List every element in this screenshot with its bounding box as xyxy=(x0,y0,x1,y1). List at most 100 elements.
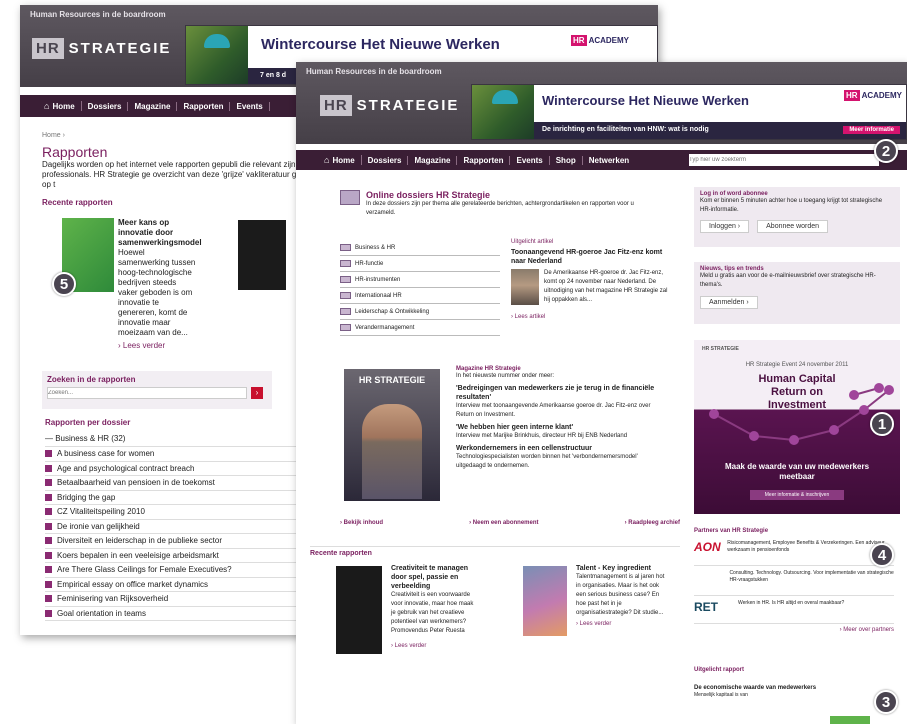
list-item[interactable]: Feminisering van Rijksoverheid xyxy=(45,592,315,607)
front-featured-label: Uitgelicht artikel xyxy=(511,239,554,245)
back-search-input[interactable] xyxy=(47,387,247,399)
back-read-more[interactable]: › Lees verder xyxy=(118,341,196,350)
back-nav-events[interactable]: Events xyxy=(230,101,270,111)
front-nav-magazine[interactable]: Magazine xyxy=(408,155,458,165)
partner-row[interactable]: AON Risicomanagement, Employee Benefits … xyxy=(694,540,894,566)
report-2-title[interactable]: Talent - Key ingredient xyxy=(576,564,666,573)
front-nav-netwerken[interactable]: Netwerken xyxy=(583,156,635,165)
front-nav-rapporten[interactable]: Rapporten xyxy=(457,155,511,165)
back-academy-logo: HR ACADEMY xyxy=(571,35,630,46)
mag-item[interactable]: 'Bedreigingen van medewerkers zie je ter… xyxy=(456,384,668,420)
mag-item[interactable]: 'We hebben hier geen interne klant' Inter… xyxy=(456,423,668,441)
list-item[interactable]: Goal orientation in teams xyxy=(45,607,315,621)
back-dossier-toggle[interactable]: — Business & HR (32) xyxy=(45,434,315,447)
front-news-box: Nieuws, tips en trends Meld u gratis aan… xyxy=(694,262,900,324)
list-item[interactable]: Diversiteit en leiderschap in de publiek… xyxy=(45,534,315,549)
front-logo[interactable]: HR STRATEGIE xyxy=(320,95,459,116)
back-logo-strategie: STRATEGIE xyxy=(68,40,172,57)
front-report-cover-2[interactable] xyxy=(523,566,567,636)
front-banner-strip-text: De inrichting en faciliteiten van HNW: w… xyxy=(542,126,709,133)
dossier-item[interactable]: Business & HR xyxy=(340,240,500,256)
list-item[interactable]: Betaalbaarheid van pensioen in de toekom… xyxy=(45,476,315,491)
list-item[interactable]: A business case for women xyxy=(45,447,315,462)
list-item[interactable]: CZ Vitaliteitspeiling 2010 xyxy=(45,505,315,520)
molecule-graphic xyxy=(709,383,894,445)
list-item[interactable]: Empirical essay on office market dynamic… xyxy=(45,578,315,592)
partner-row[interactable]: RET Werken in HR. Is HR altijd en overal… xyxy=(694,600,894,624)
subscribe-button[interactable]: Abonnee worden xyxy=(757,220,829,233)
dossier-item[interactable]: HR-instrumenten xyxy=(340,272,500,288)
front-banner-ad[interactable]: Wintercourse Het Nieuwe Werken HR ACADEMY… xyxy=(471,84,907,140)
back-report-title[interactable]: Meer kans op innovatie door samenwerking… xyxy=(118,218,202,248)
report-1-title[interactable]: Creativiteit te managen door spel, passi… xyxy=(391,564,476,591)
back-nav-dossiers[interactable]: Dossiers xyxy=(82,101,129,111)
back-recent-heading: Recente rapporten xyxy=(42,198,113,207)
back-logo[interactable]: HR STRATEGIE xyxy=(32,38,171,59)
front-banner-strip: De inrichting en faciliteiten van HNW: w… xyxy=(534,122,906,139)
report-2-more[interactable]: › Lees verder xyxy=(576,620,666,629)
back-nav-rapporten[interactable]: Rapporten xyxy=(177,101,231,111)
back-breadcrumb[interactable]: Home › xyxy=(42,132,312,139)
login-text: Kom er binnen 5 minuten achter hoe u toe… xyxy=(700,198,883,213)
front-report-cover-1[interactable] xyxy=(336,566,382,654)
login-button[interactable]: Inloggen › xyxy=(700,220,750,233)
dossier-item[interactable]: HR-functie xyxy=(340,256,500,272)
ad-more-button[interactable]: Meer informatie & inschrijven xyxy=(750,490,844,500)
back-logo-hr: HR xyxy=(32,38,64,59)
house-icon: ⌂ xyxy=(44,101,50,111)
report-1-text: Creativiteit is een voorwaarde voor inno… xyxy=(391,592,474,625)
front-dossiers-title[interactable]: Online dossiers HR Strategie xyxy=(366,190,656,200)
signup-button[interactable]: Aanmelden › xyxy=(700,296,758,309)
report-1-more[interactable]: › Lees verder xyxy=(391,642,476,651)
front-event-ad[interactable]: HR STRATEGIE HR Strategie Event 24 novem… xyxy=(694,340,900,514)
mag-item[interactable]: Werkondernemers in een cellenstructuur Te… xyxy=(456,444,668,471)
dossier-item[interactable]: Leiderschap & Ontwikkeling xyxy=(340,304,500,320)
list-item[interactable]: Bridging the gap xyxy=(45,491,315,505)
abonnement-link[interactable]: › Neem een abonnement xyxy=(469,520,538,526)
back-per-dossier-heading: Rapporten per dossier xyxy=(45,418,131,427)
list-item[interactable]: Koers bepalen in een veeleisige arbeidsm… xyxy=(45,549,315,563)
ad-tagline: Maak de waarde van uw medewerkers meetba… xyxy=(724,462,870,481)
front-featured-title[interactable]: Toonaangevend HR-goeroe Jac Fitz-enz kom… xyxy=(511,248,671,266)
back-nav-magazine[interactable]: Magazine xyxy=(128,101,178,111)
front-banner-title: Wintercourse Het Nieuwe Werken xyxy=(542,93,749,108)
cover-portrait xyxy=(362,404,422,499)
front-dossier-list: Business & HR HR-functie HR-instrumenten… xyxy=(340,240,500,336)
dossier-item[interactable]: Internationaal HR xyxy=(340,288,500,304)
back-tagline: Human Resources in de boardroom xyxy=(30,10,166,19)
partner-row[interactable]: Consulting. Technology. Outsourcing. Voo… xyxy=(694,570,894,596)
back-page-title: Rapporten xyxy=(42,144,108,160)
front-featured-report: Uitgelicht rapport De economische waarde… xyxy=(694,667,894,700)
dossier-item[interactable]: Verandermanagement xyxy=(340,320,500,336)
front-featured-more[interactable]: › Lees artikel xyxy=(511,314,671,320)
bekijk-inhoud-link[interactable]: › Bekijk inhoud xyxy=(340,520,383,526)
archief-link[interactable]: › Raadpleeg archief xyxy=(625,520,680,526)
callout-badge-1: 1 xyxy=(870,412,894,436)
front-featured-text: De Amerikaanse HR-goeroe dr. Jac Fitz-en… xyxy=(544,270,668,303)
back-banner-title: Wintercourse Het Nieuwe Werken xyxy=(261,36,500,53)
front-featured-article: Uitgelicht artikel Toonaangevend HR-goer… xyxy=(511,239,671,320)
front-nav-shop[interactable]: Shop xyxy=(550,155,583,165)
front-search-input[interactable] xyxy=(689,154,879,166)
back-report-cover-2[interactable] xyxy=(238,220,286,290)
list-item[interactable]: De ironie van gelijkheid xyxy=(45,520,315,534)
list-item[interactable]: Age and psychological contract breach xyxy=(45,462,315,476)
front-recent-heading: Recente rapporten xyxy=(310,550,372,557)
front-nav-home[interactable]: ⌂ Home xyxy=(318,155,362,165)
front-banner-more-button[interactable]: Meer informatie xyxy=(843,126,900,134)
aon-logo: AON xyxy=(694,540,721,554)
front-page-screenshot: Human Resources in de boardroom HR STRAT… xyxy=(296,62,907,724)
back-search-go-button[interactable]: › xyxy=(251,387,263,399)
front-magazine-cover[interactable]: HR STRATEGIE xyxy=(344,369,440,501)
back-report-text: Hoewel samenwerking tussen hoog-technolo… xyxy=(118,248,196,337)
front-nav-events[interactable]: Events xyxy=(510,155,550,165)
front-magazine-block: Magazine HR Strategie In het nieuwste nu… xyxy=(456,366,668,471)
front-nav-dossiers[interactable]: Dossiers xyxy=(362,155,409,165)
partners-title: Partners van HR Strategie xyxy=(694,528,769,534)
back-nav-home[interactable]: ⌂ Home xyxy=(38,101,82,111)
front-logo-hr: HR xyxy=(320,95,352,116)
partners-more-link[interactable]: › Meer over partners xyxy=(694,627,894,633)
banner-photo xyxy=(472,85,534,139)
list-item[interactable]: Are There Glass Ceilings for Female Exec… xyxy=(45,563,315,578)
featured-report-cover[interactable] xyxy=(830,716,870,724)
